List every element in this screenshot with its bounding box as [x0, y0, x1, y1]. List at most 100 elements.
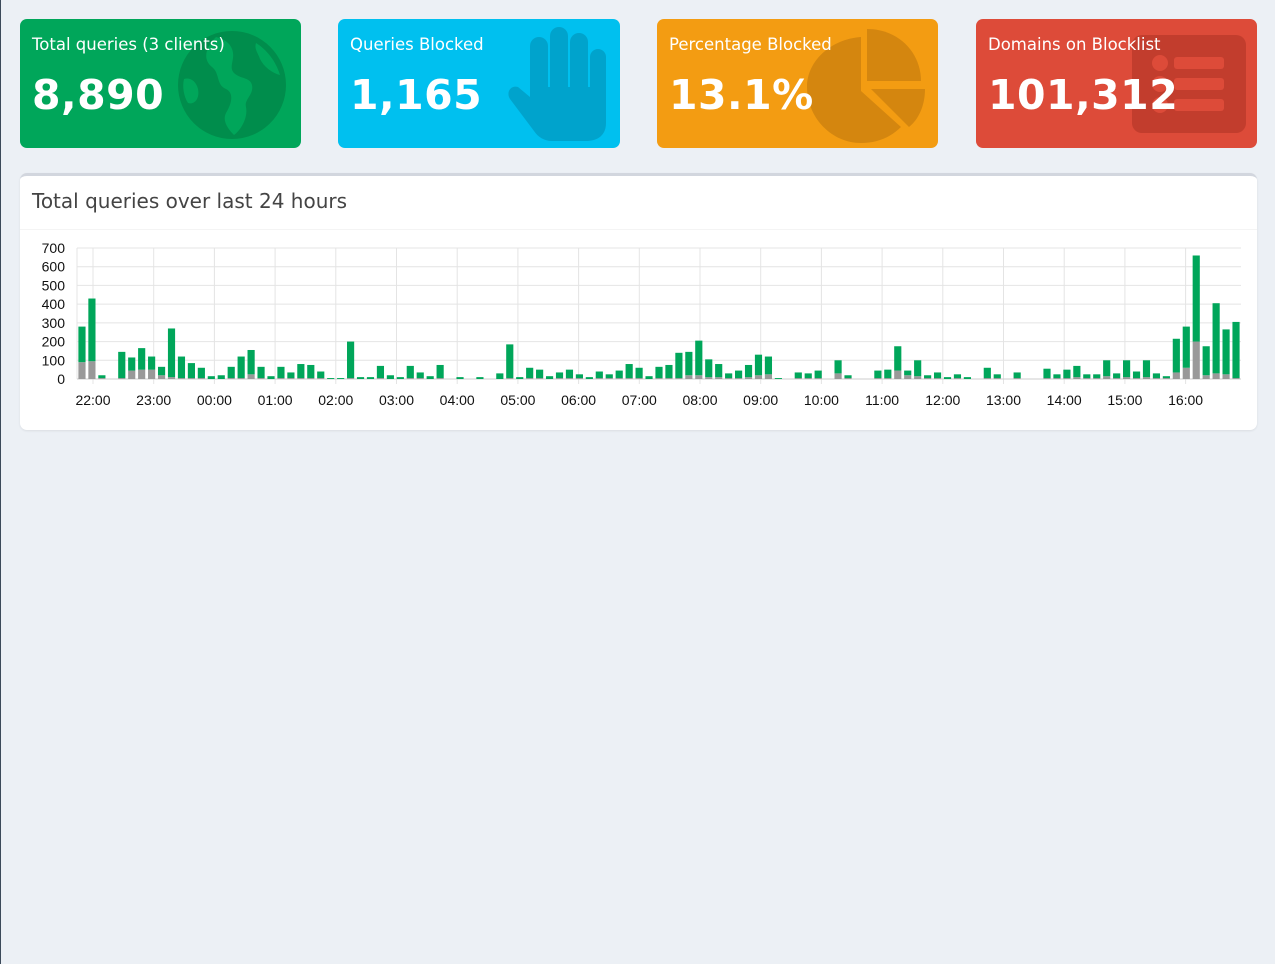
permitted-bar[interactable]	[1202, 346, 1210, 376]
blocked-bar[interactable]	[1142, 377, 1151, 379]
permitted-bar[interactable]	[884, 369, 892, 379]
permitted-bar[interactable]	[1063, 369, 1071, 379]
permitted-bar[interactable]	[177, 356, 186, 379]
permitted-bar[interactable]	[118, 351, 126, 379]
blocked-bar[interactable]	[1093, 378, 1101, 379]
permitted-bar[interactable]	[914, 360, 922, 377]
permitted-bar[interactable]	[506, 344, 514, 379]
blocked-bar[interactable]	[605, 378, 613, 379]
permitted-bar[interactable]	[98, 375, 106, 379]
blocked-bar[interactable]	[744, 377, 753, 379]
blocked-bar[interactable]	[247, 374, 255, 379]
blocked-bar[interactable]	[1103, 376, 1111, 379]
blocked-bar[interactable]	[1073, 377, 1081, 379]
permitted-bar[interactable]	[386, 375, 394, 379]
blocked-bar[interactable]	[177, 378, 186, 379]
permitted-bar[interactable]	[695, 340, 703, 376]
permitted-bar[interactable]	[1113, 373, 1121, 379]
permitted-bar[interactable]	[794, 372, 802, 379]
permitted-bar[interactable]	[675, 352, 683, 379]
blocked-bar[interactable]	[416, 378, 424, 379]
blocked-bar[interactable]	[1123, 377, 1131, 379]
permitted-bar[interactable]	[406, 365, 414, 379]
blocked-bar[interactable]	[1162, 378, 1170, 379]
blocked-bar[interactable]	[187, 378, 195, 379]
blocked-bar[interactable]	[227, 378, 235, 379]
permitted-bar[interactable]	[744, 364, 753, 378]
blocked-bar[interactable]	[436, 378, 444, 379]
blocked-bar[interactable]	[565, 378, 574, 379]
blocked-bar[interactable]	[138, 369, 146, 379]
permitted-bar[interactable]	[1192, 255, 1200, 342]
blocked-bar[interactable]	[277, 378, 285, 379]
permitted-bar[interactable]	[1152, 373, 1161, 379]
permitted-bar[interactable]	[814, 370, 822, 379]
permitted-bar[interactable]	[575, 374, 583, 379]
blocked-bar[interactable]	[237, 378, 245, 379]
permitted-bar[interactable]	[526, 367, 534, 379]
blocked-bar[interactable]	[725, 378, 733, 379]
permitted-bar[interactable]	[257, 366, 265, 379]
blocked-bar[interactable]	[804, 378, 812, 379]
blocked-bar[interactable]	[297, 378, 305, 379]
permitted-bar[interactable]	[277, 366, 285, 379]
blocked-bar[interactable]	[874, 378, 882, 379]
permitted-bar[interactable]	[376, 365, 385, 379]
permitted-bar[interactable]	[78, 326, 86, 363]
blocked-bar[interactable]	[317, 378, 325, 379]
permitted-bar[interactable]	[993, 374, 1001, 379]
permitted-bar[interactable]	[555, 372, 564, 379]
permitted-bar[interactable]	[227, 366, 235, 379]
blocked-bar[interactable]	[1113, 378, 1121, 379]
blocked-bar[interactable]	[933, 378, 942, 379]
permitted-bar[interactable]	[615, 370, 623, 379]
permitted-bar[interactable]	[396, 377, 404, 379]
permitted-bar[interactable]	[287, 372, 295, 379]
blocked-bar[interactable]	[257, 378, 265, 379]
permitted-bar[interactable]	[416, 372, 424, 379]
blocked-bar[interactable]	[88, 361, 96, 379]
permitted-bar[interactable]	[1073, 365, 1081, 378]
permitted-bar[interactable]	[635, 367, 643, 379]
permitted-bar[interactable]	[88, 298, 96, 362]
permitted-bar[interactable]	[685, 351, 693, 376]
permitted-bar[interactable]	[963, 377, 971, 379]
permitted-bar[interactable]	[1083, 374, 1091, 379]
blocked-bar[interactable]	[347, 378, 355, 379]
blocked-bar[interactable]	[953, 378, 962, 379]
blocked-bar[interactable]	[993, 378, 1001, 379]
percentage-blocked-tile[interactable]: Percentage Blocked 13.1%	[657, 19, 938, 148]
blocked-bar[interactable]	[983, 378, 991, 379]
blocked-bar[interactable]	[834, 373, 842, 379]
blocked-bar[interactable]	[98, 378, 106, 379]
blocked-bar[interactable]	[675, 378, 683, 379]
blocked-bar[interactable]	[894, 370, 902, 379]
permitted-bar[interactable]	[894, 346, 902, 371]
permitted-bar[interactable]	[1182, 326, 1190, 368]
permitted-bar[interactable]	[167, 328, 176, 378]
blocked-bar[interactable]	[1192, 341, 1200, 379]
blocked-bar[interactable]	[1152, 378, 1161, 379]
blocked-bar[interactable]	[118, 378, 126, 379]
permitted-bar[interactable]	[545, 376, 554, 379]
total-queries-tile[interactable]: Total queries (3 clients) 8,890	[20, 19, 301, 148]
blocked-bar[interactable]	[536, 378, 544, 379]
blocked-bar[interactable]	[1212, 373, 1220, 379]
queries-blocked-tile[interactable]: Queries Blocked 1,165	[338, 19, 620, 148]
blocked-bar[interactable]	[287, 378, 295, 379]
permitted-bar[interactable]	[347, 341, 355, 379]
permitted-bar[interactable]	[715, 364, 723, 378]
permitted-bar[interactable]	[436, 364, 444, 379]
blocked-bar[interactable]	[754, 375, 763, 379]
permitted-bar[interactable]	[1162, 376, 1170, 379]
permitted-bar[interactable]	[138, 348, 146, 370]
permitted-bar[interactable]	[804, 373, 812, 379]
blocked-bar[interactable]	[685, 375, 693, 379]
permitted-bar[interactable]	[426, 376, 434, 379]
permitted-bar[interactable]	[356, 377, 365, 379]
blocked-bar[interactable]	[844, 378, 852, 379]
permitted-bar[interactable]	[924, 375, 932, 379]
permitted-bar[interactable]	[1123, 360, 1131, 378]
permitted-bar[interactable]	[665, 364, 673, 379]
permitted-bar[interactable]	[595, 371, 603, 379]
